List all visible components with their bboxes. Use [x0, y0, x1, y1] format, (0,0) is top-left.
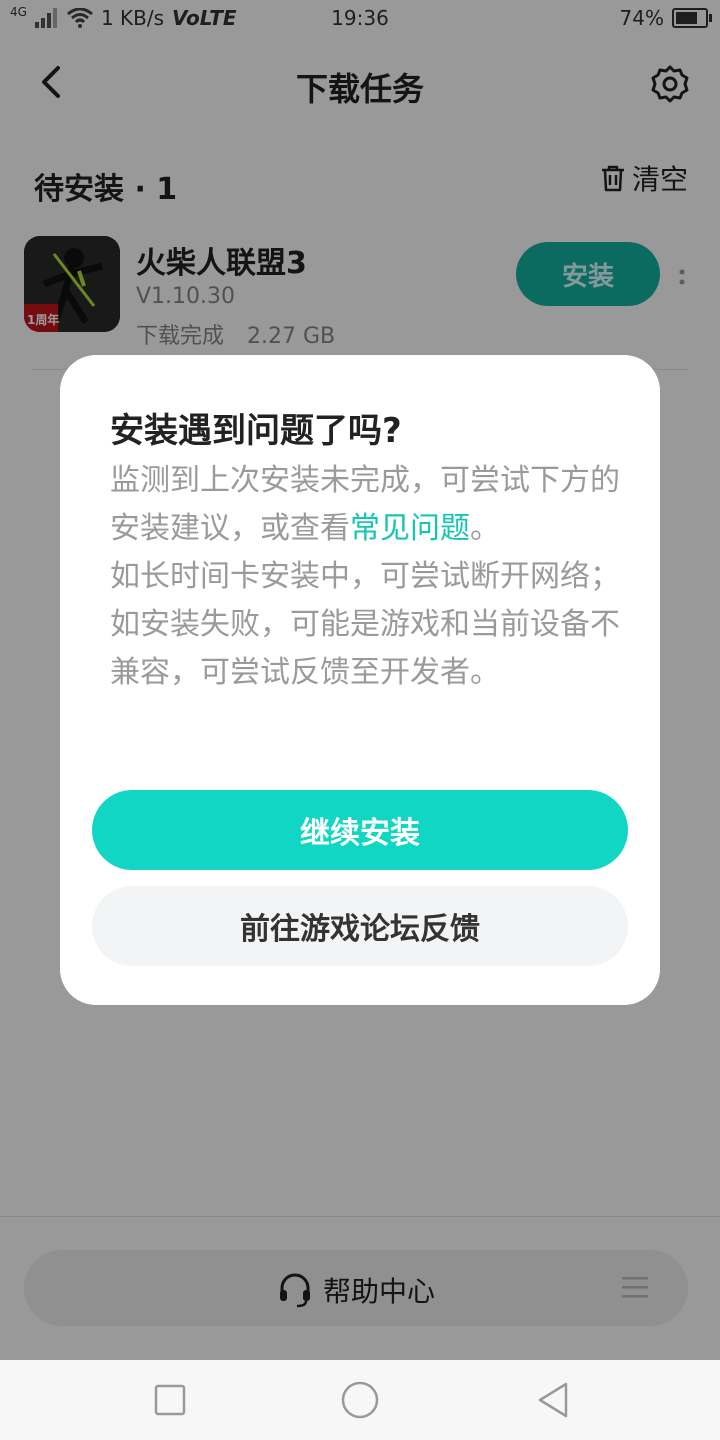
dialog-paragraph: 如长时间卡安装中，可尝试断开网络； — [110, 559, 620, 594]
dialog-paragraph: 监测到上次安装未完成，可尝试下方的安装建议，或查看常见问题。 — [110, 457, 620, 553]
forum-feedback-button[interactable]: 前往游戏论坛反馈 — [92, 886, 628, 966]
faq-link[interactable]: 常见问题 — [350, 511, 470, 546]
back-triangle-icon[interactable] — [534, 1380, 574, 1420]
dialog-body: 监测到上次安装未完成，可尝试下方的安装建议，或查看常见问题。 如长时间卡安装中，… — [110, 457, 620, 697]
navigation-bar — [0, 1360, 720, 1440]
dialog-title: 安装遇到问题了吗? — [110, 411, 402, 451]
continue-install-button[interactable]: 继续安装 — [92, 790, 628, 870]
install-problem-dialog: 安装遇到问题了吗? 监测到上次安装未完成，可尝试下方的安装建议，或查看常见问题。… — [60, 355, 660, 1005]
dialog-paragraph: 如安装失败，可能是游戏和当前设备不兼容，可尝试反馈至开发者。 — [110, 607, 620, 690]
home-icon[interactable] — [340, 1380, 380, 1420]
download-tasks-page: 4G 1 KB/s VoLTE 19:36 74% 下载任务 待安装 · 1 清… — [0, 0, 720, 1360]
recent-apps-icon[interactable] — [150, 1380, 190, 1420]
dialog-text-end: 。 — [470, 511, 500, 546]
